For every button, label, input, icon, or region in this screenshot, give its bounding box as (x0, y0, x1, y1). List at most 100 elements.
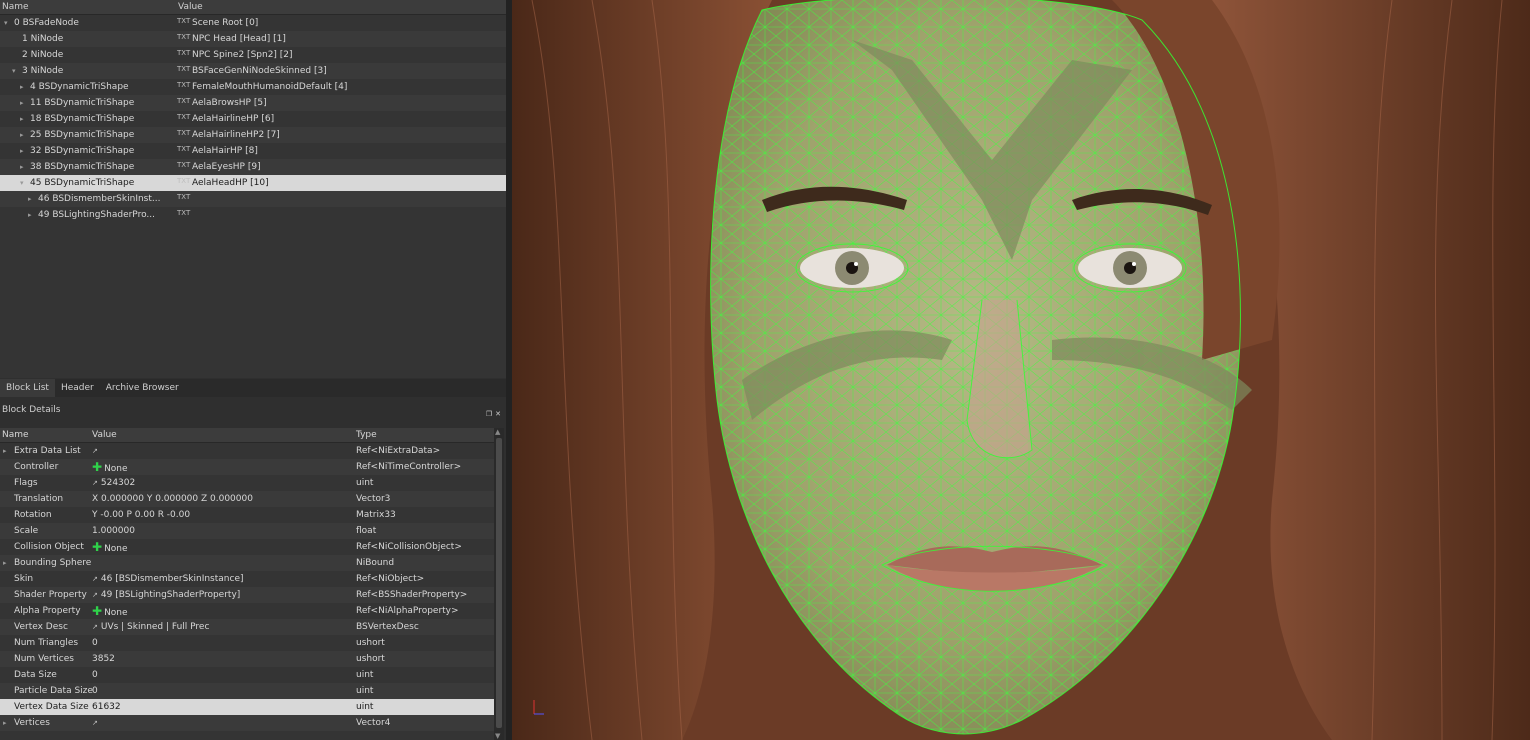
detail-row-value-cell[interactable]: 0 (92, 683, 98, 699)
detail-row[interactable]: Data Size 0 uint (0, 667, 494, 683)
detail-row-name: Bounding Sphere (14, 558, 92, 568)
tab-header[interactable]: Header (55, 379, 100, 397)
float-icon[interactable]: ❐ (486, 410, 493, 418)
detail-row-value-cell[interactable]: ↗ (92, 443, 101, 459)
panel-dock-buttons[interactable]: ❐ ✕ (484, 404, 502, 424)
tree-header: Name Value (0, 0, 506, 15)
detail-row-value: UVs | Skinned | Full Prec (100, 622, 210, 632)
tree-row[interactable]: ▾ 0 BSFadeNode TXT Scene Root [0] (0, 15, 506, 31)
expand-arrow-icon[interactable]: ▸ (20, 95, 24, 111)
detail-row[interactable]: Scale 1.000000 float (0, 523, 494, 539)
link-icon[interactable]: ↗ (92, 623, 98, 631)
tree-row-name: 32 BSDynamicTriShape (30, 146, 135, 156)
expand-arrow-icon[interactable]: ▸ (28, 191, 32, 207)
detail-row[interactable]: Shader Property ↗ 49 [BSLightingShaderProp… (0, 587, 494, 603)
link-icon[interactable]: ↗ (92, 591, 98, 599)
add-link-icon[interactable]: ✚ (92, 460, 102, 474)
detail-row-value-cell[interactable]: 3852 (92, 651, 115, 667)
detail-row[interactable]: Skin ↗ 46 [BSDismemberSkinInstance] Ref<NiO… (0, 571, 494, 587)
tree-row[interactable]: ▸ 25 BSDynamicTriShape TXT AelaHairlineHP2 … (0, 127, 506, 143)
expand-arrow-icon[interactable]: ▾ (20, 175, 24, 191)
detail-row-type: Ref<NiCollisionObject> (356, 542, 462, 552)
detail-row-type: Ref<NiExtraData> (356, 446, 441, 456)
expand-arrow-icon[interactable]: ▸ (20, 127, 24, 143)
detail-row[interactable]: ▸ Vertices ↗ Vector4 (0, 715, 494, 731)
detail-row[interactable]: Vertex Desc ↗ UVs | Skinned | Full Prec BSV… (0, 619, 494, 635)
tree-row[interactable]: ▸ 11 BSDynamicTriShape TXT AelaBrowsHP [5] (0, 95, 506, 111)
expand-arrow-icon[interactable]: ▸ (3, 555, 7, 571)
tree-row[interactable]: ▸ 46 BSDismemberSkinInst... TXT (0, 191, 506, 207)
detail-row-value-cell[interactable]: 61632 (92, 699, 121, 715)
expand-arrow-icon[interactable]: ▾ (4, 15, 8, 31)
link-icon[interactable]: ↗ (92, 479, 98, 487)
link-icon[interactable]: ↗ (92, 719, 98, 727)
scroll-down-icon[interactable]: ▼ (495, 732, 500, 740)
add-link-icon[interactable]: ✚ (92, 604, 102, 618)
block-details-title: Block Details (2, 405, 61, 415)
tree-row[interactable]: ▾ 3 NiNode TXT BSFaceGenNiNodeSkinned [3] (0, 63, 506, 79)
detail-row-value-cell[interactable]: ↗ 46 [BSDismemberSkinInstance] (92, 571, 244, 587)
tab-archive-browser[interactable]: Archive Browser (100, 379, 185, 397)
scroll-up-icon[interactable]: ▲ (495, 428, 500, 436)
expand-arrow-icon[interactable]: ▸ (28, 207, 32, 223)
detail-row[interactable]: Particle Data Size 0 uint (0, 683, 494, 699)
text-type-icon: TXT (177, 209, 191, 217)
expand-arrow-icon[interactable]: ▸ (3, 443, 7, 459)
detail-row-value: 61632 (92, 702, 121, 712)
block-list-tree[interactable]: Name Value ▾ 0 BSFadeNode TXT Scene Root [0… (0, 0, 506, 378)
tree-row-value: AelaHairHP [8] (192, 146, 258, 156)
detail-row-value: 46 [BSDismemberSkinInstance] (100, 574, 244, 584)
expand-arrow-icon[interactable]: ▸ (3, 715, 7, 731)
tree-row[interactable]: ▸ 32 BSDynamicTriShape TXT AelaHairHP [8] (0, 143, 506, 159)
detail-row[interactable]: ▸ Bounding Sphere NiBound (0, 555, 494, 571)
detail-row-name: Extra Data List (14, 446, 81, 456)
tree-row[interactable]: ▸ 38 BSDynamicTriShape TXT AelaEyesHP [9] (0, 159, 506, 175)
tab-block-list[interactable]: Block List (0, 379, 55, 397)
detail-row-type: ushort (356, 654, 385, 664)
detail-row-name: Flags (14, 478, 38, 488)
detail-row[interactable]: Vertex Data Size 61632 uint (0, 699, 494, 715)
link-icon[interactable]: ↗ (92, 575, 98, 583)
detail-row[interactable]: Collision Object ✚ None Ref<NiCollisionObje… (0, 539, 494, 555)
tree-row[interactable]: 1 NiNode TXT NPC Head [Head] [1] (0, 31, 506, 47)
detail-row-name: Data Size (14, 670, 57, 680)
detail-row-value-cell[interactable]: 1.000000 (92, 523, 135, 539)
link-icon[interactable]: ↗ (92, 447, 98, 455)
expand-arrow-icon[interactable]: ▾ (12, 63, 16, 79)
add-link-icon[interactable]: ✚ (92, 540, 102, 554)
detail-row-value-cell[interactable]: ↗ 524302 (92, 475, 135, 491)
expand-arrow-icon[interactable]: ▸ (20, 111, 24, 127)
tree-row[interactable]: ▾ 45 BSDynamicTriShape TXT AelaHeadHP [10] (0, 175, 506, 191)
detail-row[interactable]: ▸ Extra Data List ↗ Ref<NiExtraData> (0, 443, 494, 459)
scroll-thumb[interactable] (496, 438, 502, 728)
tree-row[interactable]: ▸ 49 BSLightingShaderPro... TXT (0, 207, 506, 223)
block-details-table[interactable]: Name Value Type ▸ Extra Data List ↗ Ref<NiE… (0, 428, 494, 740)
detail-row[interactable]: Num Triangles 0 ushort (0, 635, 494, 651)
render-viewport[interactable] (512, 0, 1530, 740)
detail-row-name: Num Vertices (14, 654, 74, 664)
detail-row[interactable]: Controller ✚ None Ref<NiTimeController> (0, 459, 494, 475)
tree-row[interactable]: ▸ 18 BSDynamicTriShape TXT AelaHairlineHP [… (0, 111, 506, 127)
close-icon[interactable]: ✕ (495, 410, 502, 418)
text-type-icon: TXT (177, 161, 191, 169)
detail-row[interactable]: Flags ↗ 524302 uint (0, 475, 494, 491)
detail-row-value-cell[interactable]: Y -0.00 P 0.00 R -0.00 (92, 507, 190, 523)
detail-row[interactable]: Alpha Property ✚ None Ref<NiAlphaProperty> (0, 603, 494, 619)
detail-row-name: Translation (14, 494, 64, 504)
detail-row-value-cell[interactable]: ↗ UVs | Skinned | Full Prec (92, 619, 209, 635)
detail-row-name: Vertices (14, 718, 50, 728)
tree-row[interactable]: 2 NiNode TXT NPC Spine2 [Spn2] [2] (0, 47, 506, 63)
detail-row-value-cell[interactable]: ↗ (92, 715, 101, 731)
detail-row-value-cell[interactable]: 0 (92, 667, 98, 683)
expand-arrow-icon[interactable]: ▸ (20, 159, 24, 175)
detail-row[interactable]: Rotation Y -0.00 P 0.00 R -0.00 Matrix33 (0, 507, 494, 523)
expand-arrow-icon[interactable]: ▸ (20, 79, 24, 95)
detail-row-value-cell[interactable]: ↗ 49 [BSLightingShaderProperty] (92, 587, 240, 603)
detail-row[interactable]: Num Vertices 3852 ushort (0, 651, 494, 667)
tree-row[interactable]: ▸ 4 BSDynamicTriShape TXT FemaleMouthHumano… (0, 79, 506, 95)
detail-row-value-cell[interactable]: 0 (92, 635, 98, 651)
details-scrollbar[interactable]: ▲ ▼ (494, 428, 504, 740)
detail-row-value-cell[interactable]: X 0.000000 Y 0.000000 Z 0.000000 (92, 491, 253, 507)
detail-row[interactable]: Translation X 0.000000 Y 0.000000 Z 0.000… (0, 491, 494, 507)
expand-arrow-icon[interactable]: ▸ (20, 143, 24, 159)
